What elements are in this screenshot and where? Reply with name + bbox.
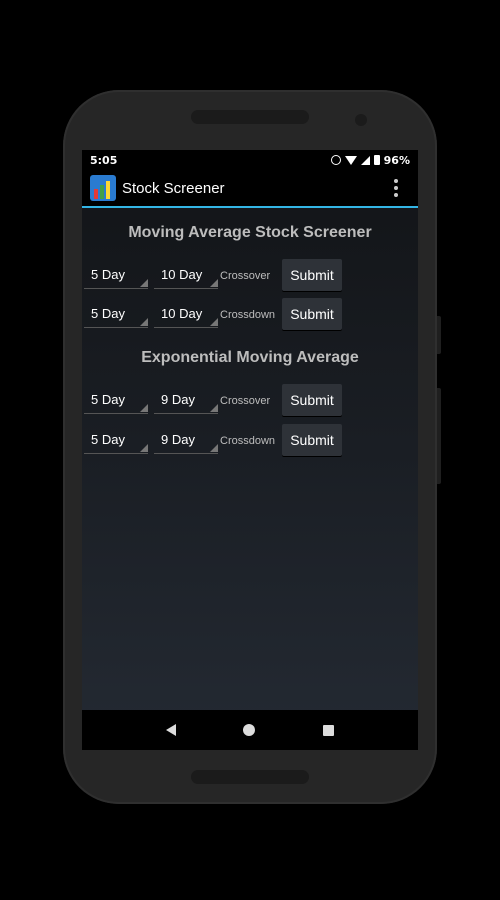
submit-button[interactable]: Submit — [282, 298, 342, 330]
power-button — [437, 316, 441, 354]
long-period-select[interactable]: 10 Day — [154, 261, 218, 289]
volume-button — [437, 388, 441, 484]
row-label: Crossdown — [220, 309, 276, 321]
row-label: Crossover — [220, 270, 271, 282]
stock-chart-icon — [90, 175, 116, 201]
submit-button[interactable]: Submit — [282, 384, 342, 416]
ema-crossover-row: 5 Day 9 Day Crossover Submit — [84, 384, 418, 418]
bottom-speaker — [191, 770, 309, 784]
long-period-select[interactable]: 10 Day — [154, 300, 218, 328]
ema-crossdown-row: 5 Day 9 Day Crossdown Submit — [84, 424, 418, 458]
row-label: Crossdown — [220, 435, 276, 447]
home-icon[interactable] — [243, 724, 256, 736]
sma-crossover-row: 5 Day 10 Day Crossover Submit — [84, 259, 418, 293]
status-bar: 5:05 96% — [82, 150, 418, 170]
long-period-select[interactable]: 9 Day — [154, 386, 218, 414]
long-period-select[interactable]: 9 Day — [154, 426, 218, 454]
section-title-sma: Moving Average Stock Screener — [128, 224, 372, 241]
recent-apps-icon[interactable] — [323, 724, 335, 736]
section-title-ema: Exponential Moving Average — [141, 349, 359, 366]
navigation-bar — [82, 710, 418, 750]
more-vert-icon[interactable] — [386, 178, 406, 198]
alarm-icon — [330, 155, 341, 165]
app-title: Stock Screener — [122, 179, 225, 197]
status-time: 5:05 — [90, 153, 118, 167]
submit-button[interactable]: Submit — [282, 424, 342, 456]
battery-percent: 96% — [383, 153, 410, 167]
row-label: Crossover — [220, 395, 271, 407]
sma-crossdown-row: 5 Day 10 Day Crossdown Submit — [84, 298, 418, 332]
action-bar: Stock Screener — [82, 170, 418, 208]
short-period-select[interactable]: 5 Day — [84, 386, 148, 414]
back-icon[interactable] — [165, 724, 176, 736]
wifi-icon — [344, 155, 357, 165]
signal-icon — [360, 155, 370, 165]
front-camera — [355, 114, 367, 126]
short-period-select[interactable]: 5 Day — [84, 300, 148, 328]
submit-button[interactable]: Submit — [282, 259, 342, 291]
top-speaker — [191, 110, 309, 124]
battery-icon — [373, 155, 380, 165]
short-period-select[interactable]: 5 Day — [84, 261, 148, 289]
short-period-select[interactable]: 5 Day — [84, 426, 148, 454]
screen: 5:05 96% Stock Screener Moving Average S… — [82, 150, 418, 750]
